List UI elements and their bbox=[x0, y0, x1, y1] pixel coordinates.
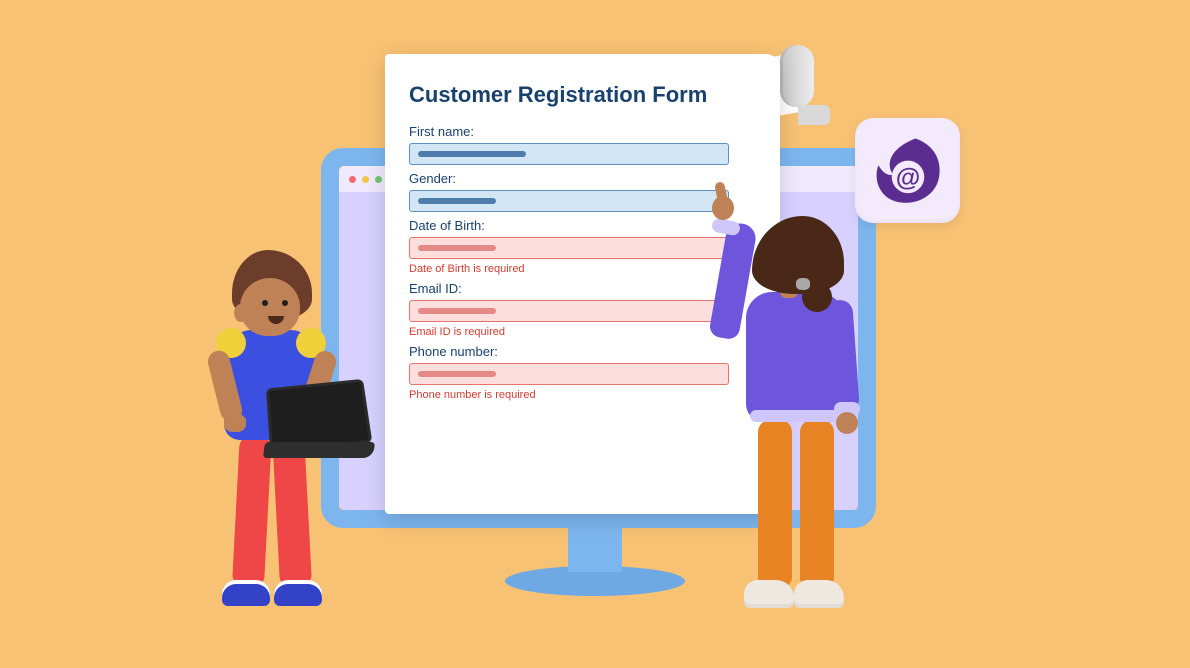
text-input[interactable] bbox=[409, 143, 729, 165]
input-placeholder-bar bbox=[418, 198, 496, 204]
input-placeholder-bar bbox=[418, 371, 496, 377]
field-label: First name: bbox=[409, 124, 752, 139]
input-placeholder-bar bbox=[418, 308, 496, 314]
text-input-error[interactable] bbox=[409, 237, 729, 259]
input-placeholder-bar bbox=[418, 151, 526, 157]
svg-text:@: @ bbox=[895, 163, 920, 191]
field-label: Gender: bbox=[409, 171, 752, 186]
laptop-icon bbox=[268, 398, 380, 462]
window-dot-green bbox=[375, 176, 382, 183]
input-placeholder-bar bbox=[418, 245, 496, 251]
blazor-at-flame-icon: @ bbox=[871, 134, 945, 208]
illustration-person-left bbox=[192, 250, 392, 630]
illustration-person-right bbox=[694, 216, 894, 636]
monitor-neck bbox=[568, 526, 622, 572]
text-input[interactable] bbox=[409, 190, 729, 212]
window-dot-yellow bbox=[362, 176, 369, 183]
form-title: Customer Registration Form bbox=[409, 82, 752, 108]
logo-card: @ bbox=[855, 118, 960, 223]
text-input-error[interactable] bbox=[409, 300, 729, 322]
text-input-error[interactable] bbox=[409, 363, 729, 385]
window-dot-red bbox=[349, 176, 356, 183]
